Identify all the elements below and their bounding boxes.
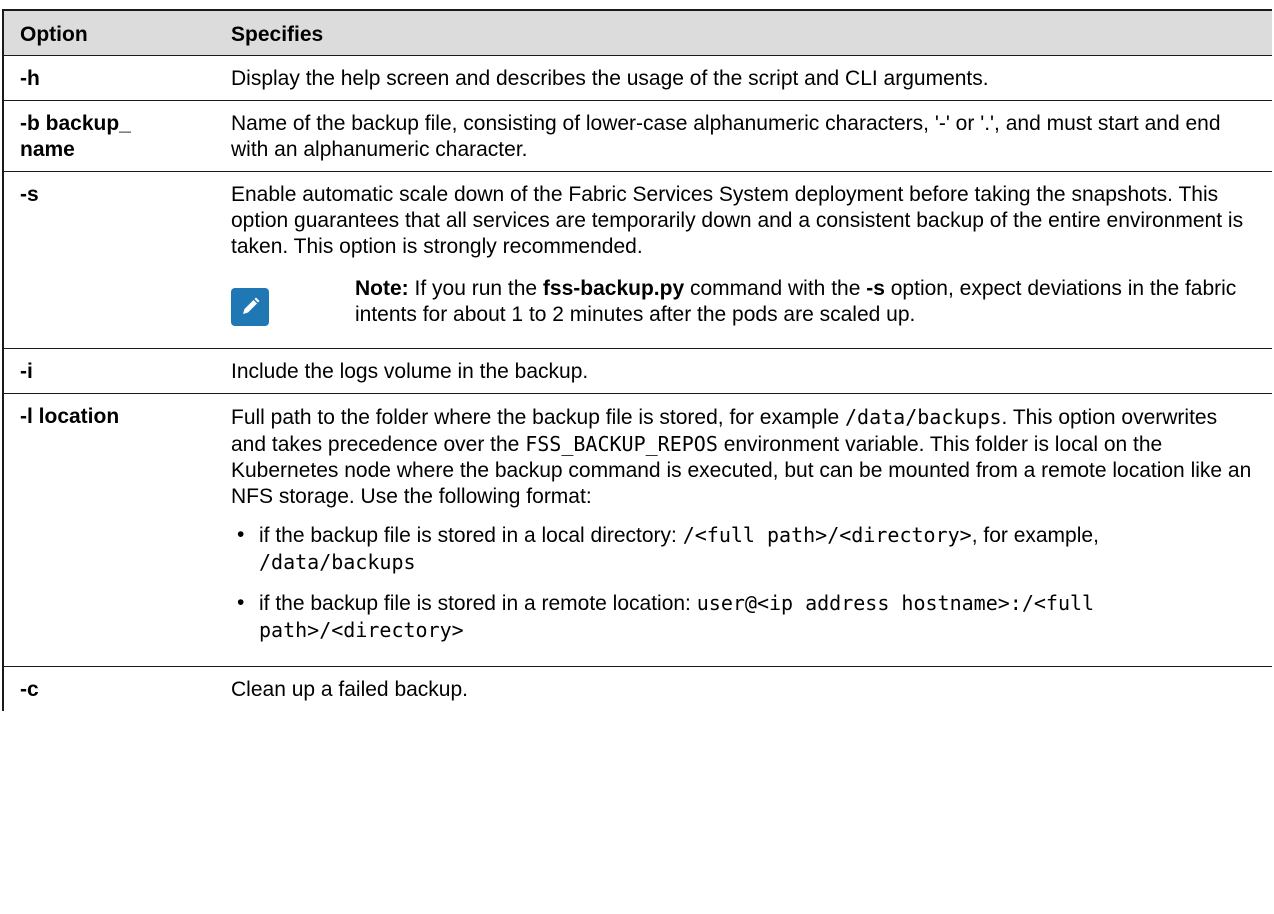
note-flag: -s (866, 277, 885, 300)
table-row: -h Display the help screen and describes… (2, 55, 1272, 101)
env-variable: FSS_BACKUP_REPOS (525, 432, 718, 456)
description-cell: Display the help screen and describes th… (215, 55, 1272, 101)
option-cell: -l location (2, 393, 215, 667)
table-row: -i Include the logs volume in the backup… (2, 348, 1272, 394)
note-label: Note: (355, 277, 409, 300)
table-header-row: Option Specifies (2, 9, 1272, 56)
list-item: • if the backup file is stored in a local… (231, 522, 1256, 576)
description-text: Full path to the folder where the backup… (231, 404, 1256, 510)
description-cell: Clean up a failed backup. (215, 666, 1272, 711)
description-cell: Include the logs volume in the backup. (215, 348, 1272, 394)
option-cell: -i (2, 348, 215, 394)
table-row: -b backup_ name Name of the backup file, … (2, 100, 1272, 172)
header-specifies: Specifies (215, 9, 1272, 56)
description-cell: Name of the backup file, consisting of l… (215, 100, 1272, 172)
path-example: /data/backups (845, 405, 1002, 429)
table-row: -l location Full path to the folder wher… (2, 393, 1272, 667)
path-example: /data/backups (259, 550, 416, 574)
note-text-part: command with the (684, 277, 867, 300)
note-text: Note: If you run the fss-backup.py comma… (355, 276, 1256, 328)
option-cell: -b backup_ name (2, 100, 215, 172)
text-part: if the backup file is stored in a remote… (259, 592, 697, 615)
option-cell: -s (2, 171, 215, 349)
header-option: Option (2, 9, 215, 56)
path-format: /<full path>/<directory> (682, 523, 972, 547)
description-cell: Enable automatic scale down of the Fabri… (215, 171, 1272, 349)
option-cell: -c (2, 666, 215, 711)
options-document: Option Specifies -h Display the help scr… (2, 9, 1272, 914)
description-text: Enable automatic scale down of the Fabri… (231, 183, 1244, 258)
text-part: Full path to the folder where the backup… (231, 406, 845, 429)
list-item: • if the backup file is stored in a remot… (231, 590, 1256, 644)
bullet-dot: • (237, 523, 245, 546)
bullet-dot: • (237, 591, 245, 614)
note-command: fss-backup.py (542, 277, 685, 300)
text-part: if the backup file is stored in a local … (259, 524, 683, 547)
table-row: -s Enable automatic scale down of the Fa… (2, 171, 1272, 349)
text-part: , for example, (971, 524, 1099, 547)
table-row: -c Clean up a failed backup. (2, 666, 1272, 711)
format-list: • if the backup file is stored in a local… (231, 522, 1256, 644)
note-text-part: If you run the (408, 277, 543, 300)
option-cell: -h (2, 55, 215, 101)
pencil-note-icon (231, 288, 269, 326)
options-table: Option Specifies -h Display the help scr… (2, 9, 1272, 711)
note-callout: Note: If you run the fss-backup.py comma… (231, 276, 1256, 328)
description-cell: Full path to the folder where the backup… (215, 393, 1272, 667)
